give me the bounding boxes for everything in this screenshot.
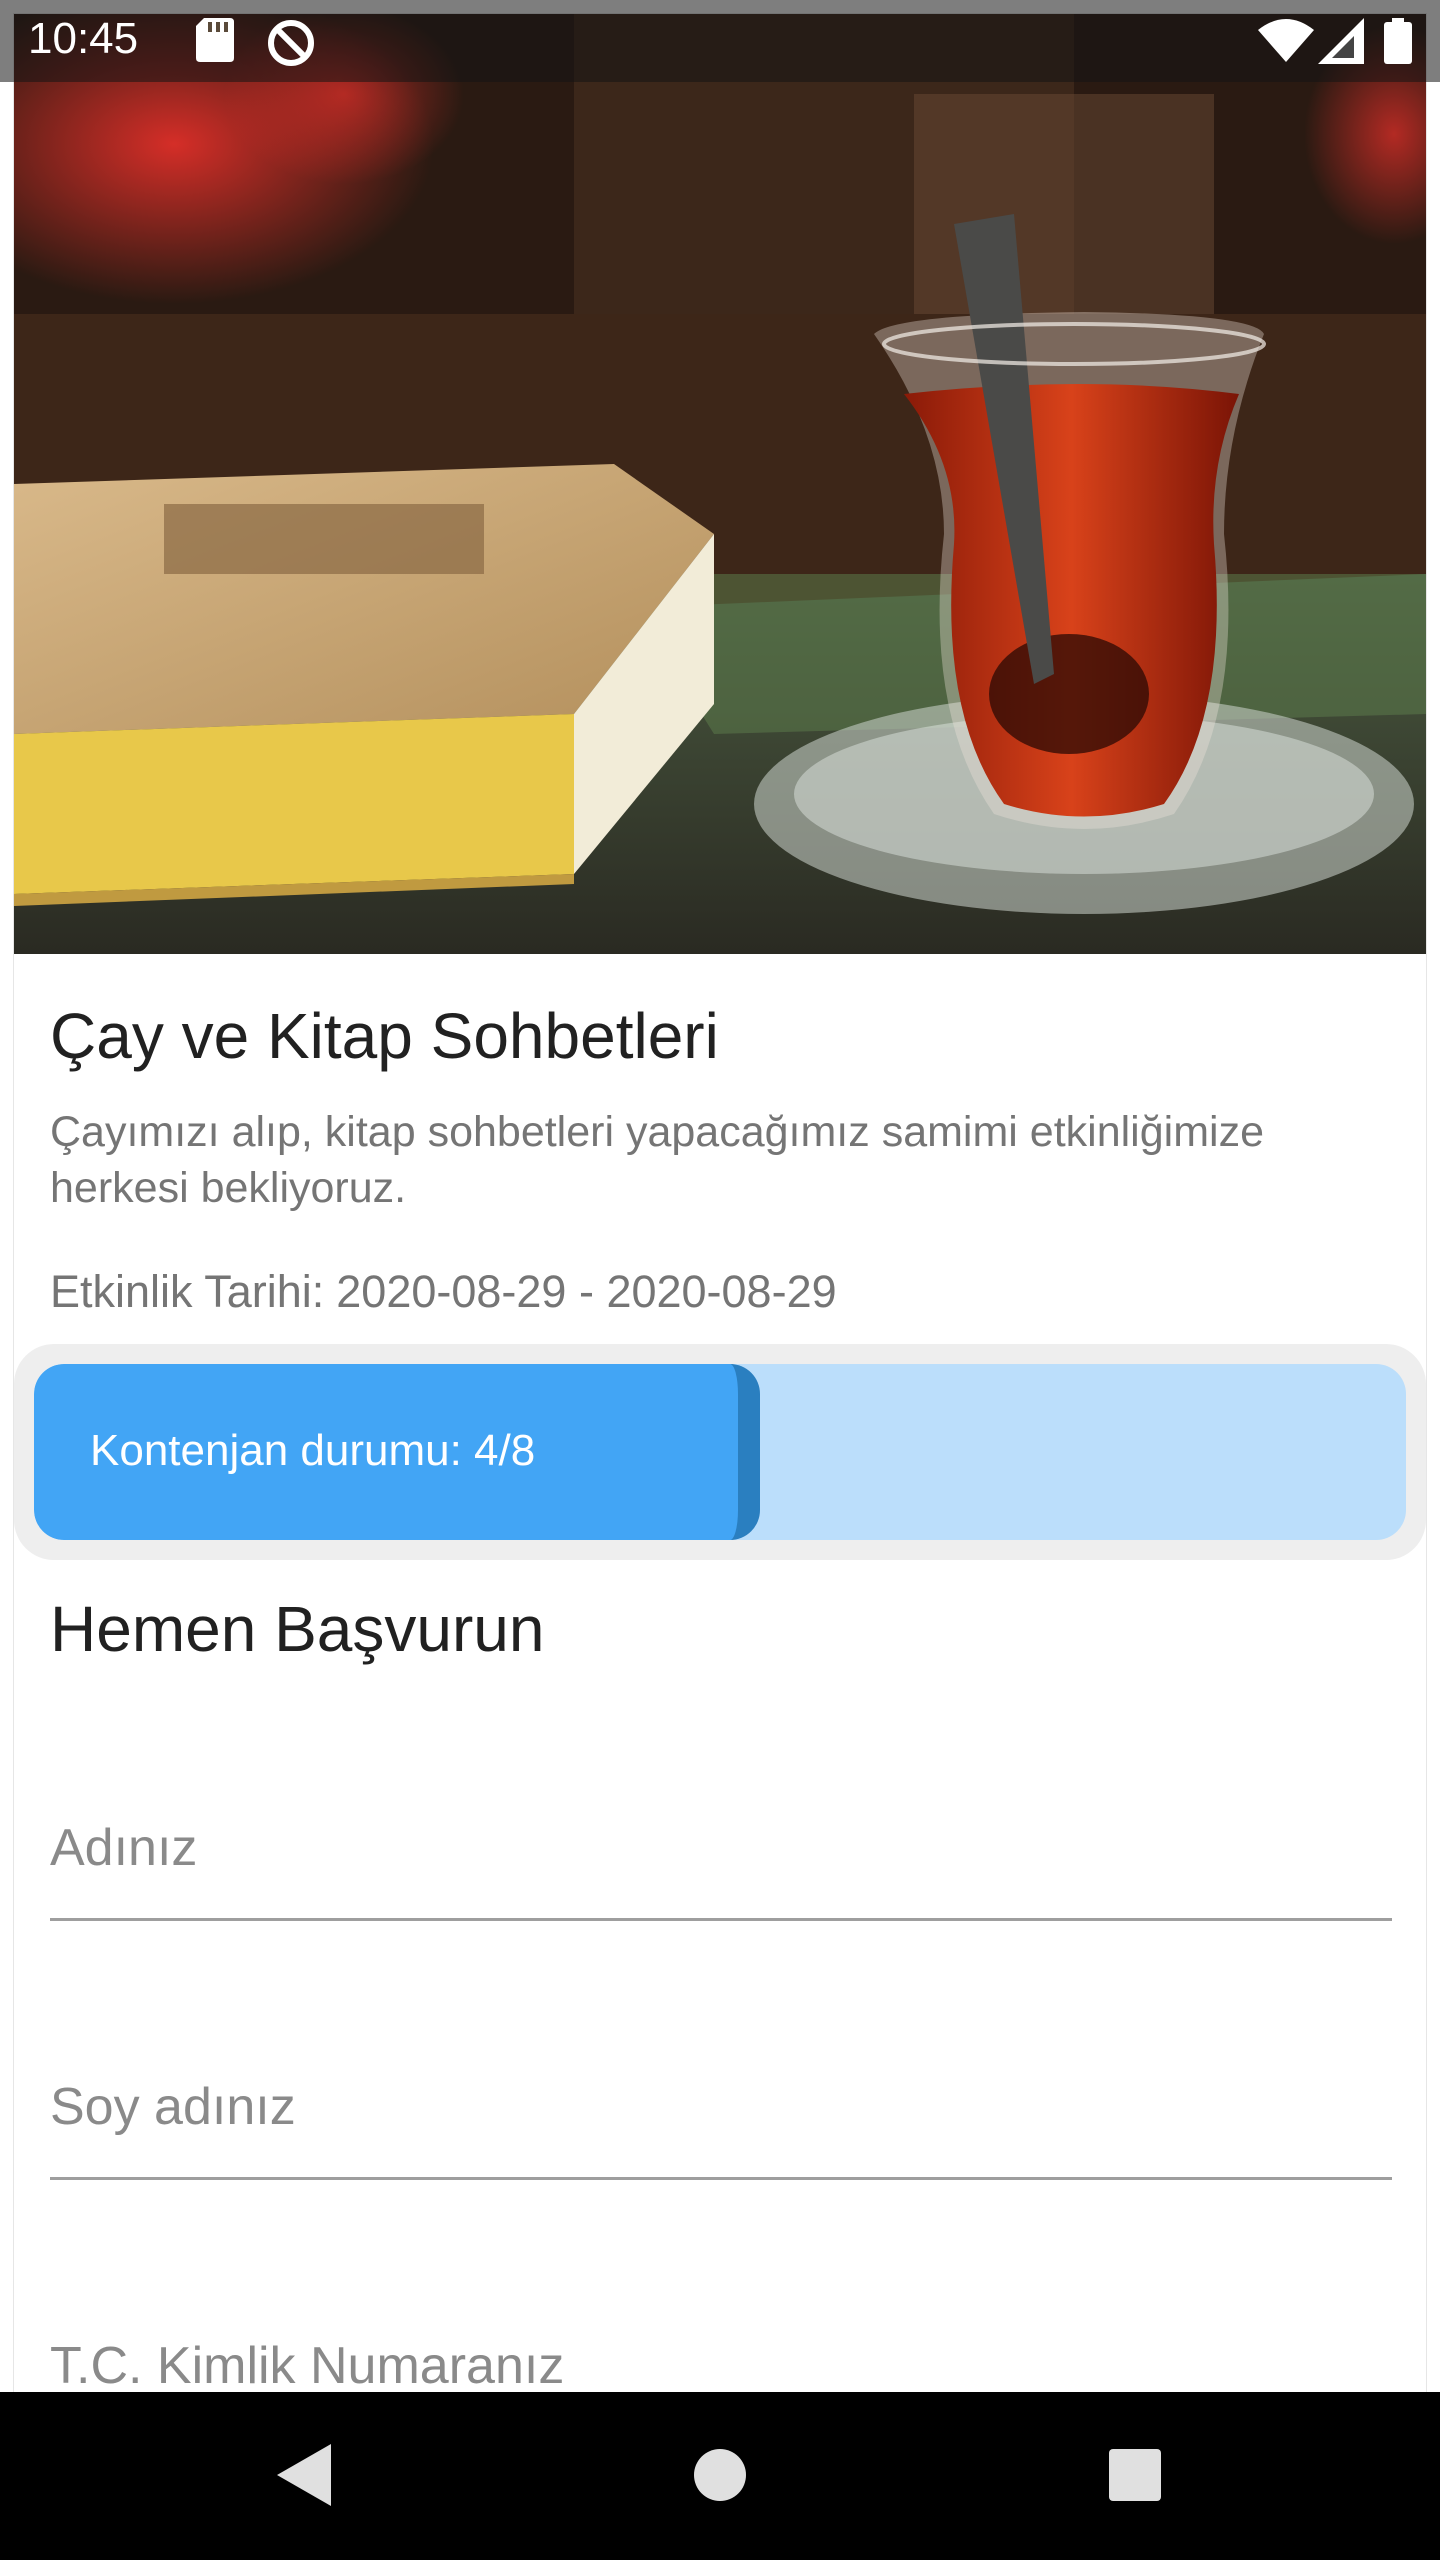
signal-icon [1318,18,1364,69]
apply-section-title: Hemen Başvurun [50,1593,545,1665]
quota-card: Kontenjan durumu: 4/8 [14,1344,1426,1560]
sd-card-icon [196,18,234,67]
event-detail-content: Çay ve Kitap Sohbetleri Çayımızı alıp, k… [14,14,1426,2392]
event-title: Çay ve Kitap Sohbetleri [50,1000,719,1072]
tc-id-input[interactable] [50,2336,1392,2392]
status-bar: 10:45 [0,0,1440,82]
event-date: Etkinlik Tarihi: 2020-08-29 - 2020-08-29 [50,1266,837,1318]
recents-icon [1109,2449,1161,2501]
event-date-value: 2020-08-29 - 2020-08-29 [336,1266,837,1317]
first-name-field[interactable] [50,1798,1392,1921]
home-icon [694,2449,746,2501]
home-button[interactable] [675,2430,765,2520]
battery-icon [1384,18,1412,69]
sync-disabled-icon [266,18,316,73]
first-name-input[interactable] [50,1818,1392,1878]
back-button[interactable] [258,2430,348,2520]
recents-button[interactable] [1090,2430,1180,2520]
back-icon [277,2444,331,2506]
system-navigation-bar [0,2392,1440,2560]
quota-label: Kontenjan durumu: 4/8 [90,1426,536,1475]
quota-progress-bar: Kontenjan durumu: 4/8 [34,1364,1406,1540]
event-date-label: Etkinlik Tarihi: [50,1266,325,1317]
event-description: Çayımızı alıp, kitap sohbetleri yapacağı… [50,1108,1264,1212]
app-screen: 10:45 Çay ve Kitap Sohbetleri Çayımızı a… [0,0,1440,2560]
status-time: 10:45 [28,14,139,63]
event-hero-image [14,14,1426,954]
wifi-icon [1258,18,1314,67]
tc-id-field[interactable] [50,2316,1392,2392]
last-name-input[interactable] [50,2077,1392,2137]
last-name-field[interactable] [50,2057,1392,2180]
